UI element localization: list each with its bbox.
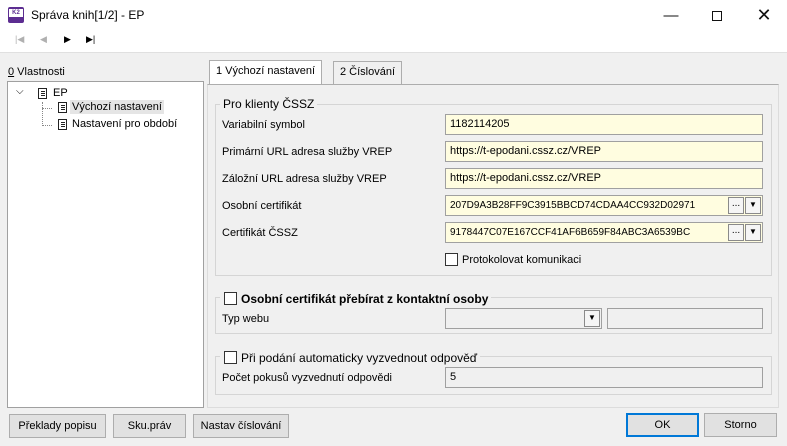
previous-record-icon[interactable]: ◀ — [40, 34, 47, 45]
tree-connector — [42, 102, 43, 126]
document-icon — [55, 100, 67, 113]
variabilni-symbol-label: Variabilní symbol — [222, 119, 305, 131]
pocet-pokusu-label: Počet pokusů vyzvednutí odpovědi — [222, 372, 393, 384]
tree-header-label: Vlastnosti — [14, 66, 65, 78]
record-navigation: |◀ ◀ ▶ ▶| — [0, 31, 787, 53]
tree-connector — [42, 108, 52, 109]
certifikat-cssz-dropdown-icon[interactable]: ▼ — [745, 224, 761, 241]
document-icon — [55, 117, 67, 130]
maximize-icon — [712, 11, 722, 22]
nastav-cislovani-button[interactable]: Nastav číslování — [193, 414, 289, 438]
maximize-button[interactable] — [694, 0, 740, 31]
protokolovat-checkbox[interactable] — [445, 253, 458, 266]
zalozni-url-label: Záložní URL adresa služby VREP — [222, 173, 387, 185]
certifikat-cssz-browse-button[interactable]: ... — [728, 224, 744, 241]
variabilni-symbol-field[interactable]: 1182114205 — [445, 114, 763, 135]
certifikat-cssz-value: 9178447C07E167CCF41AF6B659F84ABC3A6539BC — [450, 227, 691, 238]
contact-checkbox-label: Osobní certifikát přebírat z kontaktní o… — [241, 292, 489, 306]
certifikat-cssz-label: Certifikát ČSSZ — [222, 227, 298, 239]
tree-item-nastaveni-pro-obdobi[interactable]: Nastavení pro období — [72, 117, 177, 131]
osobni-certifikat-dropdown-icon[interactable]: ▼ — [745, 197, 761, 214]
tab-cislovani[interactable]: 2 Číslování — [333, 61, 403, 84]
pocet-pokusu-field[interactable]: 5 — [445, 367, 763, 388]
contact-checkbox[interactable] — [224, 292, 237, 305]
storno-button[interactable]: Storno — [704, 413, 777, 437]
window-title: Správa knih[1/2] - EP — [31, 8, 145, 22]
reply-checkbox-label: Při podání automaticky vyzvednout odpově… — [241, 351, 478, 365]
document-icon — [35, 86, 47, 99]
typ-webu-dropdown-icon[interactable]: ▼ — [584, 310, 600, 327]
last-record-icon[interactable]: ▶| — [86, 34, 95, 45]
tree-connector — [42, 125, 52, 126]
group-contact-title: Osobní certifikát přebírat z kontaktní o… — [220, 290, 492, 306]
group-reply-title: Při podání automaticky vyzvednout odpově… — [220, 349, 481, 365]
osobni-certifikat-label: Osobní certifikát — [222, 200, 302, 212]
minimize-button[interactable]: — — [648, 0, 694, 31]
properties-tree[interactable]: ⌵ EP Výchozí nastavení Nastavení pro obd… — [7, 81, 204, 408]
preklady-popisu-button[interactable]: Překlady popisu — [9, 414, 106, 438]
title-bar: Správa knih[1/2] - EP — ✕ — [0, 0, 787, 31]
certifikat-cssz-field[interactable]: 9178447C07E167CCF41AF6B659F84ABC3A6539BC — [445, 222, 763, 243]
zalozni-url-field[interactable]: https://t-epodani.cssz.cz/VREP — [445, 168, 763, 189]
group-cssz-title: Pro klienty ČSSZ — [220, 97, 318, 111]
app-icon — [8, 7, 24, 23]
next-record-icon[interactable]: ▶ — [64, 34, 71, 45]
protokolovat-label: Protokolovat komunikaci — [462, 254, 582, 266]
collapse-chevron-icon[interactable]: ⌵ — [16, 85, 24, 99]
reply-checkbox[interactable] — [224, 351, 237, 364]
osobni-certifikat-value: 207D9A3B28FF9C3915BBCD74CDAA4CC932D02971 — [450, 200, 696, 211]
tab-vychozi-nastaveni[interactable]: 1 Výchozí nastavení — [209, 60, 323, 85]
typ-webu-select[interactable] — [445, 308, 602, 329]
tree-root-ep[interactable]: EP — [53, 86, 68, 100]
typ-webu-label: Typ webu — [222, 313, 270, 325]
osobni-certifikat-field[interactable]: 207D9A3B28FF9C3915BBCD74CDAA4CC932D02971 — [445, 195, 763, 216]
typ-webu-extra-field[interactable] — [607, 308, 763, 329]
primarni-url-label: Primární URL adresa služby VREP — [222, 146, 393, 158]
ok-button[interactable]: OK — [626, 413, 699, 437]
tree-header: 0 Vlastnosti — [8, 66, 65, 78]
osobni-certifikat-browse-button[interactable]: ... — [728, 197, 744, 214]
sku-prav-button[interactable]: Sku.práv — [113, 414, 186, 438]
first-record-icon[interactable]: |◀ — [15, 34, 24, 45]
primarni-url-field[interactable]: https://t-epodani.cssz.cz/VREP — [445, 141, 763, 162]
tree-item-vychozi-nastaveni[interactable]: Výchozí nastavení — [70, 100, 164, 114]
close-button[interactable]: ✕ — [741, 0, 787, 31]
